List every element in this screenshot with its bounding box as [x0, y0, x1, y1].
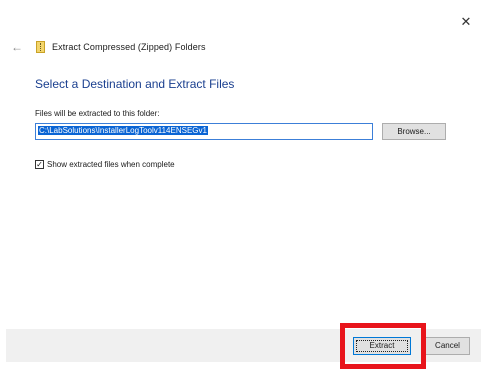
title-row: ← Extract Compressed (Zipped) Folders — [11, 39, 206, 55]
destination-path-value: C:\LabSolutions\InstallerLogToolv114ENSE… — [38, 126, 208, 135]
show-files-label: Show extracted files when complete — [47, 160, 175, 169]
show-files-option[interactable]: ✓ Show extracted files when complete — [35, 160, 175, 169]
cancel-button[interactable]: Cancel — [425, 337, 470, 355]
destination-path-input[interactable]: C:\LabSolutions\InstallerLogToolv114ENSE… — [35, 123, 373, 140]
close-icon[interactable]: ✕ — [456, 12, 476, 32]
browse-button[interactable]: Browse... — [382, 123, 446, 140]
show-files-checkbox[interactable]: ✓ — [35, 160, 44, 169]
back-arrow-icon[interactable]: ← — [11, 41, 25, 53]
window-title: Extract Compressed (Zipped) Folders — [52, 42, 206, 52]
zip-folder-icon — [36, 41, 45, 53]
highlight-box — [340, 323, 426, 369]
page-heading: Select a Destination and Extract Files — [35, 77, 235, 91]
destination-label: Files will be extracted to this folder: — [35, 109, 160, 118]
extract-dialog: ✕ ← Extract Compressed (Zipped) Folders … — [0, 0, 483, 376]
